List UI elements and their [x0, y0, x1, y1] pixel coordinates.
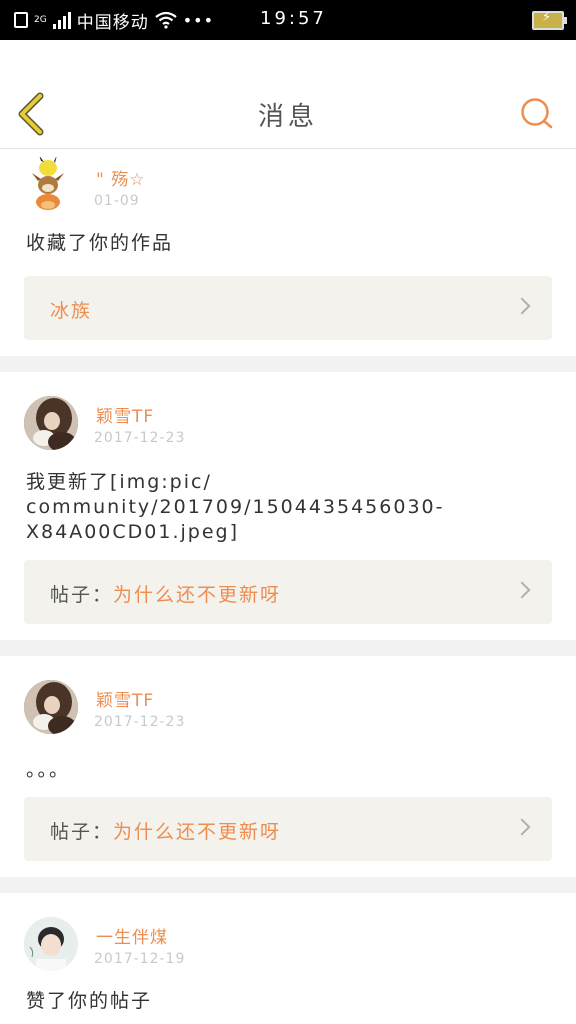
chevron-right-icon [513, 297, 531, 315]
message-card: 颖雪TF 2017-12-23 我更新了[img:pic/ community/… [0, 372, 576, 640]
sim-card-icon [14, 12, 28, 28]
avatar[interactable] [24, 396, 78, 450]
username[interactable]: " 殇☆ [96, 165, 145, 190]
user-photo-avatar [24, 396, 78, 450]
top-nav-bar: 消息 [0, 40, 576, 149]
avatar[interactable] [24, 680, 78, 734]
post-title: 为什么还不更新呀 [113, 821, 282, 843]
chevron-right-icon [513, 581, 531, 599]
username[interactable]: 颖雪TF [96, 686, 154, 711]
username[interactable]: 颖雪TF [96, 402, 154, 427]
message-text: 。。。 [26, 759, 71, 781]
message-date: 2017-12-23 [94, 430, 186, 446]
post-prefix-label: 帖子： [50, 584, 114, 606]
user-photo-avatar [24, 917, 78, 971]
search-icon [521, 98, 553, 129]
search-button[interactable] [520, 96, 554, 130]
message-date: 2017-12-19 [94, 951, 186, 967]
referenced-post-link[interactable]: 帖子：为什么还不更新呀 [24, 797, 552, 861]
network-type: 2G [34, 14, 47, 25]
user-photo-avatar [24, 680, 78, 734]
referenced-item-title: 冰族 [50, 300, 93, 322]
wifi-icon [155, 11, 177, 29]
message-date: 2017-12-23 [94, 714, 186, 730]
message-card: 一生伴煤 2017-12-19 赞了你的帖子 [0, 893, 576, 1024]
post-prefix-label: 帖子： [50, 821, 114, 843]
referenced-post-link[interactable]: 帖子：为什么还不更新呀 [24, 560, 552, 624]
battery-charging-icon: ⚡ [532, 10, 567, 30]
post-title: 为什么还不更新呀 [113, 584, 282, 606]
referenced-item-link[interactable]: 冰族 [24, 276, 552, 340]
message-text: 收藏了你的作品 [26, 232, 174, 254]
carrier-name: 中国移动 [76, 12, 149, 33]
message-text: 我更新了[img:pic/ community/201709/150443545… [26, 471, 445, 543]
username[interactable]: 一生伴煤 [96, 923, 168, 948]
status-bar: 2G 中国移动 ••• 19:57 ⚡ [0, 0, 576, 40]
avatar[interactable] [24, 917, 78, 971]
message-text: 赞了你的帖子 [26, 990, 153, 1012]
clock: 19:57 [260, 8, 327, 29]
avatar[interactable] [24, 157, 78, 211]
more-notifications-icon: ••• [182, 10, 215, 30]
page-title: 消息 [257, 102, 318, 132]
status-left-group: 2G 中国移动 ••• [14, 8, 215, 33]
message-date: 01-09 [94, 193, 140, 209]
signal-icon [52, 11, 71, 29]
pokemon-avatar-image [32, 157, 64, 210]
chevron-right-icon [513, 818, 531, 836]
message-card: 颖雪TF 2017-12-23 。。。 帖子：为什么还不更新呀 [0, 656, 576, 877]
message-card: " 殇☆ 01-09 收藏了你的作品 冰族 [0, 149, 576, 356]
